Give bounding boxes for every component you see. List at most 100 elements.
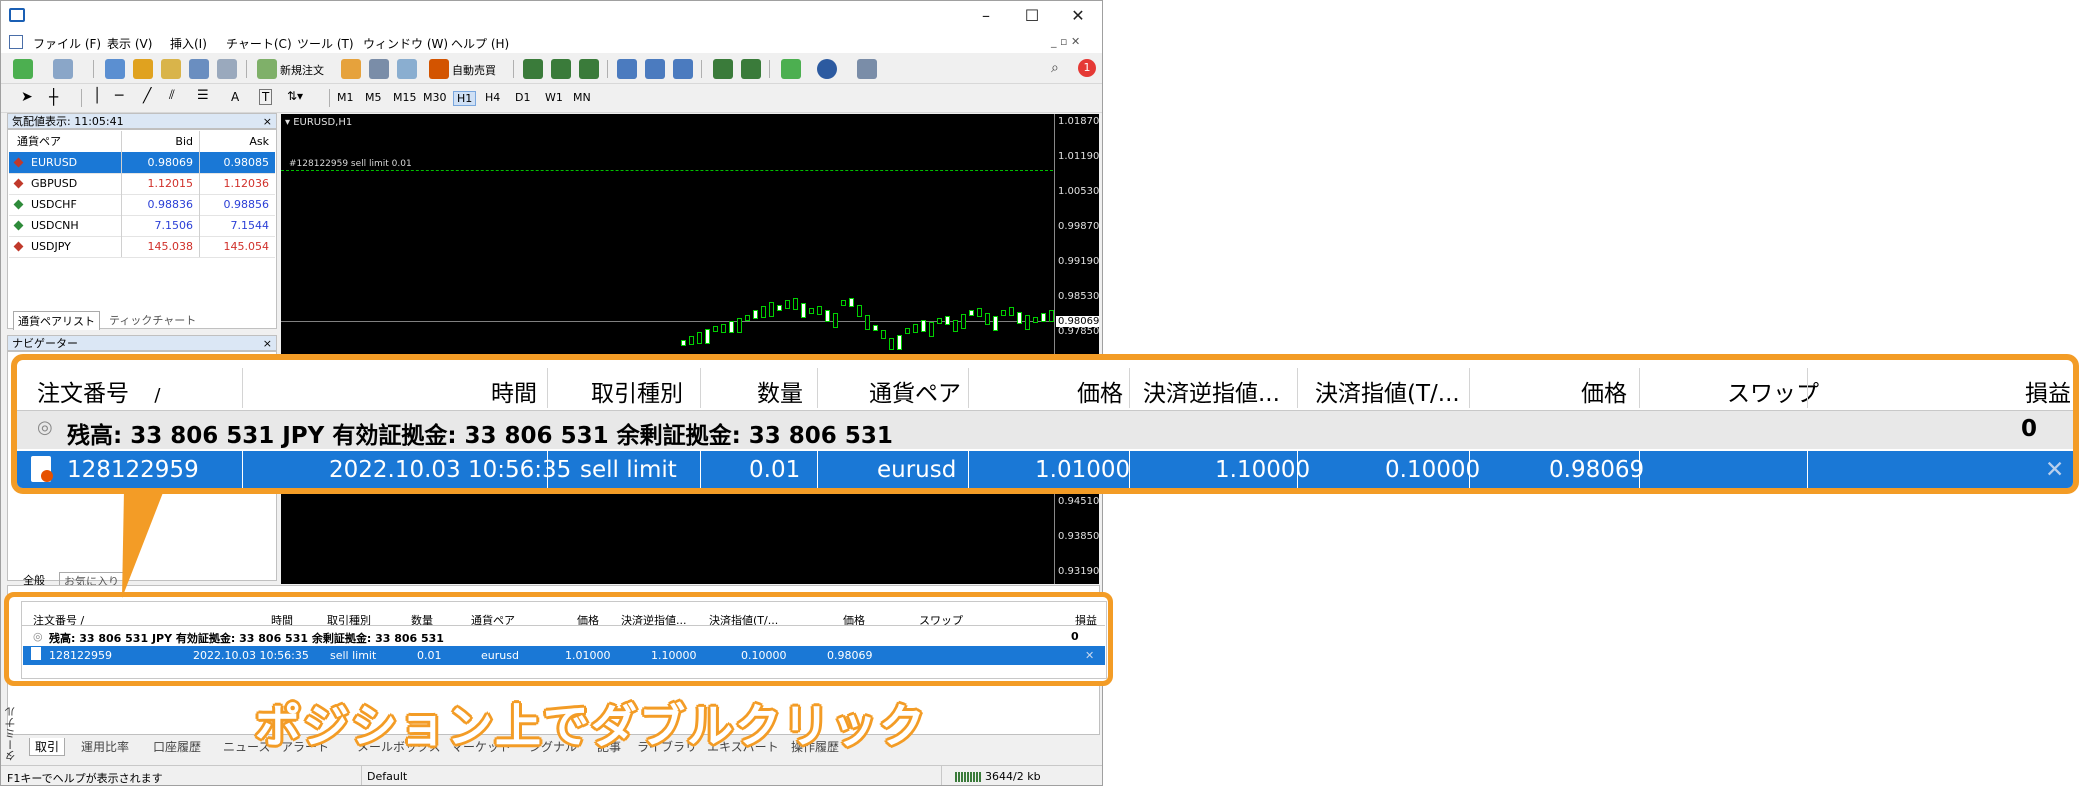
market-watch-row[interactable]: GBPUSD 1.12015 1.12036 <box>9 173 275 195</box>
text-label-icon[interactable]: T <box>259 89 273 105</box>
indicators-icon[interactable] <box>781 59 801 79</box>
tab-trade[interactable]: 取引 <box>29 738 66 756</box>
zorder-price[interactable]: 1.01000 <box>1035 457 1130 483</box>
col-symbol[interactable]: 通貨ペア <box>17 131 61 152</box>
market-watch-icon[interactable] <box>105 59 125 79</box>
tile-windows-icon[interactable] <box>673 59 693 79</box>
navigator-icon[interactable] <box>161 59 181 79</box>
line-chart-icon[interactable] <box>579 59 599 79</box>
new-order-icon[interactable] <box>257 59 277 79</box>
menu-window[interactable]: ウィンドウ (W) <box>363 35 448 52</box>
market-watch-row[interactable]: USDCNH 7.1506 7.1544 <box>9 215 275 237</box>
meta-editor-icon[interactable] <box>341 59 361 79</box>
order-tp[interactable]: 0.10000 <box>741 649 787 662</box>
notification-badge[interactable]: 1 <box>1078 59 1096 77</box>
zh-volume[interactable]: 数量 <box>757 374 803 408</box>
order-price[interactable]: 1.01000 <box>565 649 611 662</box>
cursor-icon[interactable]: ➤ <box>21 89 33 105</box>
zorder-type[interactable]: sell limit <box>580 457 677 483</box>
text-icon[interactable]: A <box>231 90 239 104</box>
tf-m5[interactable]: M5 <box>365 91 382 104</box>
zoom-in-icon[interactable] <box>617 59 637 79</box>
zorder-ticket[interactable]: 128122959 <box>67 457 199 483</box>
zh-time[interactable]: 時間 <box>491 374 537 408</box>
new-order-button[interactable]: 新規注文 <box>280 62 324 78</box>
trendline-icon[interactable]: ╱ <box>143 88 151 104</box>
col-ask[interactable]: Ask <box>249 131 269 152</box>
zh-symbol[interactable]: 通貨ペア <box>869 374 961 408</box>
zh-ticket[interactable]: 注文番号 / <box>37 374 160 408</box>
order-symbol[interactable]: eurusd <box>481 649 519 662</box>
horizontal-line-icon[interactable]: ─ <box>115 88 123 104</box>
tf-h4[interactable]: H4 <box>485 91 500 104</box>
periods-icon[interactable] <box>817 59 837 79</box>
auto-trade-button[interactable]: 自動売買 <box>452 62 496 78</box>
channel-icon[interactable]: ⫽ <box>169 88 175 103</box>
zh-tp[interactable]: 決済指値(T/... <box>1315 374 1460 408</box>
menu-help[interactable]: ヘルプ (H) <box>451 35 509 52</box>
signals-icon[interactable] <box>397 59 417 79</box>
market-watch-row[interactable]: USDJPY 145.038 145.054 <box>9 236 275 258</box>
vertical-line-icon[interactable]: │ <box>93 88 101 104</box>
zh-swap[interactable]: スワップ <box>1727 374 1819 408</box>
tf-d1[interactable]: D1 <box>515 91 530 104</box>
terminal-icon[interactable] <box>189 59 209 79</box>
tester-icon[interactable] <box>217 59 237 79</box>
tf-m30[interactable]: M30 <box>423 91 447 104</box>
menu-chart[interactable]: チャート(C) <box>226 35 292 52</box>
templates-icon[interactable] <box>857 59 877 79</box>
maximize-button[interactable]: ☐ <box>1009 3 1055 29</box>
zorder-current-price[interactable]: 0.98069 <box>1549 457 1644 483</box>
tab-symbols[interactable]: 通貨ペアリスト <box>13 311 100 330</box>
zh-profit[interactable]: 損益 <box>2025 374 2071 408</box>
tab-tick-chart[interactable]: ティックチャート <box>109 312 196 328</box>
tf-m1[interactable]: M1 <box>337 91 354 104</box>
menu-file[interactable]: ファイル (F) <box>33 35 101 52</box>
close-icon[interactable]: × <box>263 336 272 352</box>
zh-price[interactable]: 価格 <box>1077 374 1123 408</box>
order-current-price[interactable]: 0.98069 <box>827 649 873 662</box>
zorder-tp[interactable]: 0.10000 <box>1385 457 1480 483</box>
order-delete-icon[interactable]: ✕ <box>1085 649 1094 662</box>
autoscroll-icon[interactable] <box>713 59 733 79</box>
tab-exposure[interactable]: 運用比率 <box>81 738 129 755</box>
selected-order-row[interactable] <box>23 646 1105 665</box>
menu-tools[interactable]: ツール (T) <box>297 35 354 52</box>
tf-m15[interactable]: M15 <box>393 91 417 104</box>
order-type[interactable]: sell limit <box>330 649 376 662</box>
new-chart-icon[interactable] <box>13 59 33 79</box>
order-ticket[interactable]: 128122959 <box>49 649 112 662</box>
profiles-icon[interactable] <box>53 59 73 79</box>
order-time[interactable]: 2022.10.03 10:56:35 <box>193 649 309 662</box>
menu-insert[interactable]: 挿入(I) <box>170 35 207 52</box>
crosshair-icon[interactable]: ┼ <box>49 88 58 106</box>
tf-mn[interactable]: MN <box>573 91 591 104</box>
zh-sl[interactable]: 決済逆指値... <box>1143 374 1280 408</box>
order-sl[interactable]: 1.10000 <box>651 649 697 662</box>
zoom-out-icon[interactable] <box>645 59 665 79</box>
zorder-time[interactable]: 2022.10.03 10:56:35 <box>329 457 571 483</box>
zorder-delete-icon[interactable]: ✕ <box>2045 457 2064 483</box>
minimize-button[interactable]: – <box>963 3 1009 29</box>
tf-h1[interactable]: H1 <box>453 91 477 106</box>
tf-w1[interactable]: W1 <box>545 91 563 104</box>
price-chart[interactable]: ▾ EURUSD,H1 #128122959 sell limit 0.01 1… <box>281 114 1099 584</box>
zorder-symbol[interactable]: eurusd <box>877 457 956 483</box>
data-window-icon[interactable] <box>133 59 153 79</box>
zh-type[interactable]: 取引種別 <box>591 374 683 408</box>
close-button[interactable]: ✕ <box>1055 3 1101 29</box>
zh-price2[interactable]: 価格 <box>1581 374 1627 408</box>
col-bid[interactable]: Bid <box>175 131 193 152</box>
zorder-sl[interactable]: 1.10000 <box>1215 457 1310 483</box>
zorder-volume[interactable]: 0.01 <box>749 457 800 483</box>
mdi-controls[interactable]: _ ▫ ✕ <box>1051 35 1080 48</box>
fibonacci-icon[interactable]: ☰ <box>197 88 209 103</box>
book-icon[interactable] <box>369 59 389 79</box>
order-volume[interactable]: 0.01 <box>417 649 442 662</box>
tab-history[interactable]: 口座履歴 <box>153 738 201 755</box>
arrows-icon[interactable]: ⇅▾ <box>287 89 303 103</box>
close-icon[interactable]: × <box>263 114 272 130</box>
market-watch-row[interactable]: USDCHF 0.98836 0.98856 <box>9 194 275 216</box>
order-line[interactable] <box>281 170 1053 171</box>
menu-view[interactable]: 表示 (V) <box>107 35 152 52</box>
